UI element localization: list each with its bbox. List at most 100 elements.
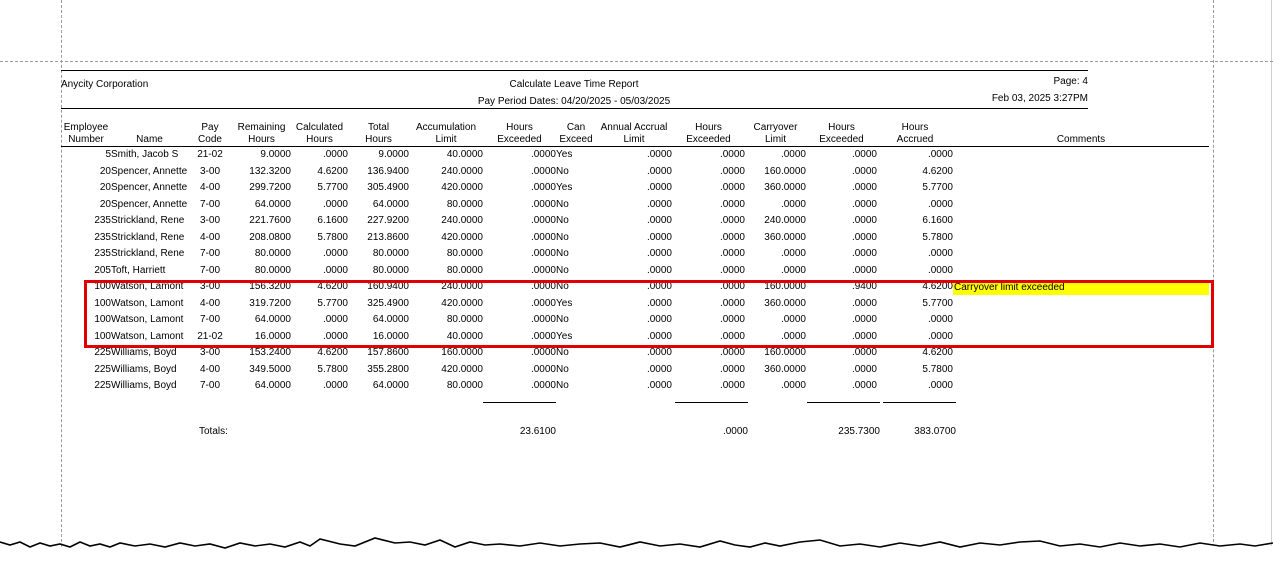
col-header-calculated-hours: Calculated Hours — [291, 122, 348, 147]
cell-hours-exceeded-carryover: .0000 — [851, 231, 877, 243]
col-header-name: Name — [111, 122, 188, 147]
cell-remaining-hours: 299.7200 — [249, 182, 291, 193]
cell-annual-accrual-limit: .0000 — [646, 165, 672, 177]
cell-annual-accrual-limit: .0000 — [646, 248, 672, 259]
cell-hours-exceeded-accumulation: .0000 — [530, 165, 556, 177]
cell-calculated-hours: .0000 — [322, 264, 348, 276]
col-header-hours-exceeded-accumulation: Hours Exceeded — [483, 122, 556, 147]
cell-hours-accrued: .0000 — [927, 248, 953, 259]
cell-hours-exceeded-annual: .0000 — [719, 248, 745, 259]
cell-employee-name: Strickland, Rene — [111, 248, 185, 259]
total-hours-exceeded-annual: .0000 — [722, 426, 748, 437]
cell-accumulation-limit: 80.0000 — [446, 198, 483, 210]
cell-carryover-limit: .0000 — [780, 198, 806, 210]
cell-hours-exceeded-carryover: .0000 — [851, 380, 877, 391]
cell-remaining-hours: 80.0000 — [254, 264, 291, 276]
cell-hours-accrued: .0000 — [927, 198, 953, 210]
cell-employee-number: 20 — [99, 182, 111, 193]
table-header-row: Employee Number Name Pay Code Remaining Hou… — [61, 122, 1209, 147]
cell-pay-code: 4-00 — [199, 182, 220, 193]
cell-remaining-hours: 80.0000 — [254, 248, 291, 259]
cell-employee-name: Toft, Harriett — [111, 264, 166, 276]
cell-employee-number: 225 — [94, 380, 111, 391]
cell-pay-code: 7-00 — [199, 198, 220, 210]
cell-annual-accrual-limit: .0000 — [646, 182, 672, 193]
table-row: 20 Spencer, Annette 3-00 132.3200 4.6200 136.… — [61, 164, 1209, 181]
table-row: 235 Strickland, Rene 4-00 208.0800 5.7800 213… — [61, 230, 1209, 247]
col-header-total-hours: Total Hours — [348, 122, 409, 147]
cell-total-hours: 64.0000 — [372, 380, 409, 391]
cell-pay-code: 21-02 — [197, 149, 223, 160]
cell-hours-exceeded-accumulation: .0000 — [530, 149, 556, 160]
cell-annual-accrual-limit: .0000 — [646, 149, 672, 160]
cell-employee-number: 235 — [94, 215, 111, 226]
cell-can-exceed: No — [556, 248, 569, 259]
cell-hours-exceeded-accumulation: .0000 — [530, 215, 556, 226]
sum-rule-hours-exceeded-annual — [675, 402, 748, 403]
page-number: Page: 4 — [1053, 76, 1088, 87]
cell-pay-code: 3-00 — [199, 215, 220, 226]
cell-accumulation-limit: 80.0000 — [446, 264, 483, 276]
cell-hours-exceeded-annual: .0000 — [719, 215, 745, 226]
col-header-carryover-limit: Carryover Limit — [745, 122, 806, 147]
cell-comment — [953, 197, 1209, 214]
print-timestamp: Feb 03, 2025 3:27PM — [991, 93, 1088, 104]
cell-employee-number: 235 — [94, 231, 111, 243]
sum-rule-hours-exceeded-carryover — [807, 402, 880, 403]
cell-hours-exceeded-carryover: .0000 — [851, 165, 877, 177]
cell-calculated-hours: 4.6200 — [317, 165, 348, 177]
cell-total-hours: 80.0000 — [372, 248, 409, 259]
cell-hours-accrued: .0000 — [927, 264, 953, 276]
cell-accumulation-limit: 80.0000 — [446, 380, 483, 391]
cell-employee-number: 5 — [105, 149, 111, 160]
leave-time-table: Employee Number Name Pay Code Remaining Hou… — [61, 122, 1209, 395]
cell-hours-exceeded-annual: .0000 — [719, 182, 745, 193]
cell-pay-code: 4-00 — [199, 363, 220, 375]
cell-hours-exceeded-carryover: .0000 — [851, 215, 877, 226]
col-header-hours-accrued: Hours Accrued — [877, 122, 953, 147]
cell-hours-exceeded-annual: .0000 — [719, 380, 745, 391]
cell-comment — [953, 263, 1209, 280]
cell-hours-exceeded-carryover: .0000 — [851, 182, 877, 193]
cell-hours-exceeded-annual: .0000 — [719, 264, 745, 276]
cell-annual-accrual-limit: .0000 — [646, 198, 672, 210]
cell-hours-exceeded-accumulation: .0000 — [530, 264, 556, 276]
top-margin-guide — [0, 61, 1273, 62]
cell-hours-accrued: 4.6200 — [922, 165, 953, 177]
cell-annual-accrual-limit: .0000 — [646, 363, 672, 375]
cell-comment — [953, 246, 1209, 263]
cell-can-exceed: No — [556, 380, 569, 391]
cell-total-hours: 136.9400 — [367, 165, 409, 177]
cell-comment — [953, 230, 1209, 247]
col-header-hours-exceeded-carryover: Hours Exceeded — [806, 122, 877, 147]
total-hours-accrued: 383.0700 — [914, 426, 956, 437]
cell-employee-name: Smith, Jacob S — [111, 149, 179, 160]
cell-employee-number: 20 — [99, 198, 111, 210]
report-title: Calculate Leave Time Report — [509, 79, 639, 90]
watson-rows-highlight — [84, 280, 1214, 348]
table-row: 225 Williams, Boyd 4-00 349.5000 5.7800 355.2… — [61, 362, 1209, 379]
cell-calculated-hours: 5.7800 — [317, 231, 348, 243]
sum-rule-hours-accrued — [883, 402, 956, 403]
cell-employee-number: 235 — [94, 248, 111, 259]
cell-total-hours: 9.0000 — [378, 149, 409, 160]
cell-hours-exceeded-accumulation: .0000 — [530, 363, 556, 375]
cell-accumulation-limit: 420.0000 — [441, 363, 483, 375]
table-row: 5 Smith, Jacob S 21-02 9.0000 .0000 9.0000 40.… — [61, 147, 1209, 164]
cell-annual-accrual-limit: .0000 — [646, 231, 672, 243]
cell-employee-name: Spencer, Annette — [111, 198, 188, 210]
cell-can-exceed: No — [556, 198, 569, 210]
cell-total-hours: 355.2800 — [367, 363, 409, 375]
cell-remaining-hours: 64.0000 — [254, 380, 291, 391]
cell-remaining-hours: 349.5000 — [249, 363, 291, 375]
cell-hours-exceeded-carryover: .0000 — [851, 149, 877, 160]
cell-can-exceed: No — [556, 165, 569, 177]
col-header-pay-code: Pay Code — [188, 122, 232, 147]
cell-pay-code: 7-00 — [199, 248, 220, 259]
cell-total-hours: 213.8600 — [367, 231, 409, 243]
cell-hours-accrued: .0000 — [927, 380, 953, 391]
cell-employee-name: Williams, Boyd — [111, 380, 177, 391]
cell-hours-exceeded-accumulation: .0000 — [530, 182, 556, 193]
cell-calculated-hours: .0000 — [322, 380, 348, 391]
pay-period-dates: Pay Period Dates: 04/20/2025 - 05/03/202… — [477, 96, 671, 107]
